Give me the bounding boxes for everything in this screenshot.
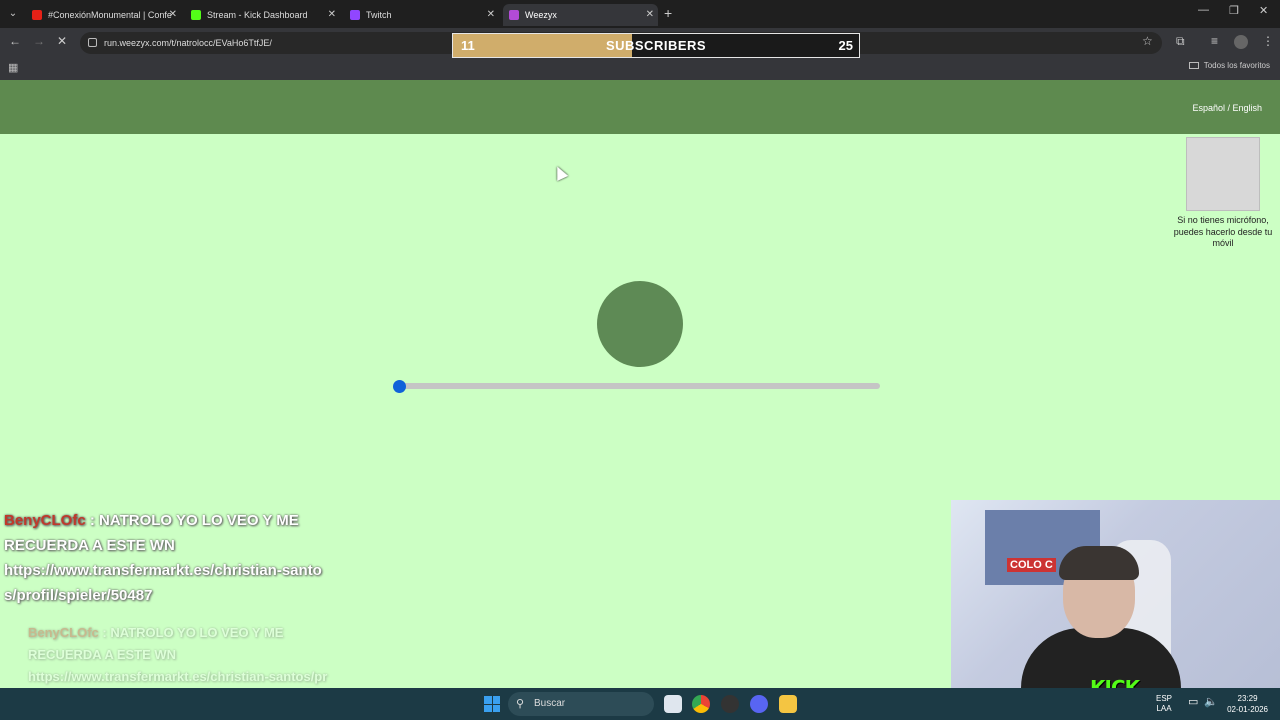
twitch-icon	[350, 10, 360, 20]
minimize-button[interactable]: —	[1198, 4, 1209, 16]
lang-top: ESP	[1156, 694, 1173, 703]
kick-icon	[191, 10, 201, 20]
search-icon: ⚲	[516, 698, 525, 710]
extensions-icon[interactable]: ⧉	[1176, 34, 1185, 49]
tab-weezyx[interactable]: Weezyx ✕	[503, 4, 658, 26]
subscriber-label: SUBSCRIBERS	[605, 38, 707, 53]
network-icon[interactable]: ▭	[1188, 697, 1198, 708]
audio-slider-track[interactable]	[399, 383, 880, 389]
tab-conexion-monumental[interactable]: #ConexiónMonumental | Confe ✕	[26, 4, 181, 26]
chat-link: https://www.transfermarkt.es/christian-s…	[4, 562, 322, 604]
volume-icon[interactable]: 🔈	[1204, 697, 1218, 708]
chat-separator: :	[85, 512, 100, 529]
file-explorer-icon[interactable]	[779, 695, 797, 713]
media-controls-icon[interactable]: ≡	[1211, 34, 1218, 48]
clock-date: 02-01-2026	[1227, 705, 1268, 714]
close-icon[interactable]: ✕	[646, 4, 654, 26]
streamer-hair	[1059, 546, 1139, 580]
bookmarks-bar: ▦ Todos los favoritos	[0, 56, 1280, 80]
all-favorites-label: Todos los favoritos	[1203, 61, 1270, 70]
tab-kick-dashboard[interactable]: Stream - Kick Dashboard ✕	[185, 4, 340, 26]
tab-label: Weezyx	[525, 10, 557, 20]
lang-bottom: LAA	[1156, 704, 1172, 713]
chat-separator: :	[98, 625, 111, 640]
chat-overlay: BenyCLOfc : NATROLO YO LO VEO Y ME RECUE…	[4, 508, 324, 608]
page-header: Español / English	[0, 80, 1280, 134]
discord-icon[interactable]	[750, 695, 768, 713]
bookmark-star-icon[interactable]: ☆	[1142, 34, 1153, 48]
menu-icon[interactable]: ⋮	[1262, 34, 1274, 48]
taskbar-search[interactable]: ⚲ Buscar	[508, 692, 654, 716]
tab-label: #ConexiónMonumental | Confe	[48, 10, 172, 20]
subscriber-goal-bar: 11 SUBSCRIBERS 25	[452, 33, 860, 58]
youtube-icon	[32, 10, 42, 20]
stop-loading-button[interactable]: ✕	[57, 34, 67, 48]
start-button[interactable]	[484, 696, 500, 712]
windows-taskbar: ⚲ Buscar ESP LAA ▭ 🔈 23:29 02-01-2026	[0, 688, 1280, 720]
record-button[interactable]	[597, 281, 683, 367]
folder-icon	[1188, 62, 1199, 70]
close-icon[interactable]: ✕	[169, 4, 177, 26]
poster-text: COLO C	[1007, 558, 1056, 572]
audio-slider-thumb[interactable]	[393, 380, 406, 393]
qr-code-placeholder	[1186, 137, 1260, 211]
close-icon[interactable]: ✕	[328, 4, 336, 26]
webcam-feed: COLO C	[951, 500, 1280, 688]
profile-avatar[interactable]	[1234, 35, 1248, 49]
taskbar-clock[interactable]: 23:29 02-01-2026	[1227, 693, 1268, 715]
all-favorites-folder[interactable]: Todos los favoritos	[1188, 61, 1270, 70]
restore-button[interactable]: ❐	[1229, 4, 1239, 17]
site-info-icon[interactable]	[88, 38, 97, 47]
chat-username: BenyCLOfc	[4, 512, 86, 529]
task-view-icon[interactable]	[664, 695, 682, 713]
close-icon[interactable]: ✕	[487, 4, 495, 26]
new-tab-button[interactable]: +	[664, 4, 672, 22]
tab-twitch[interactable]: Twitch ✕	[344, 4, 499, 26]
input-language[interactable]: ESP LAA	[1156, 694, 1172, 714]
mouse-cursor-icon	[551, 164, 569, 181]
search-placeholder: Buscar	[534, 698, 566, 709]
obs-icon[interactable]	[721, 695, 739, 713]
mic-note-text: Si no tienes micrófono, puedes hacerlo d…	[1173, 215, 1273, 248]
apps-grid-icon[interactable]: ▦	[8, 61, 18, 74]
url-text: run.weezyx.com/t/natrolocc/EVaHo6TtfJE/	[104, 38, 272, 48]
chrome-icon[interactable]	[692, 695, 710, 713]
subscriber-goal: 25	[838, 38, 853, 53]
chat-username: BenyCLOfc	[28, 625, 99, 640]
back-button[interactable]: ←	[9, 34, 21, 48]
weezyx-icon	[509, 10, 519, 20]
tab-label: Stream - Kick Dashboard	[207, 10, 308, 20]
tab-label: Twitch	[366, 10, 392, 20]
forward-button[interactable]: →	[33, 34, 45, 48]
tab-search-button[interactable]: ⌄	[4, 5, 22, 23]
language-toggle[interactable]: Español / English	[1192, 103, 1262, 113]
chat-message: BenyCLOfc : NATROLO YO LO VEO Y ME RECUE…	[4, 508, 324, 608]
tab-strip: ⌄ #ConexiónMonumental | Confe ✕ Stream -…	[0, 0, 1280, 28]
close-window-button[interactable]: ✕	[1259, 4, 1268, 17]
clock-time: 23:29	[1237, 694, 1258, 703]
